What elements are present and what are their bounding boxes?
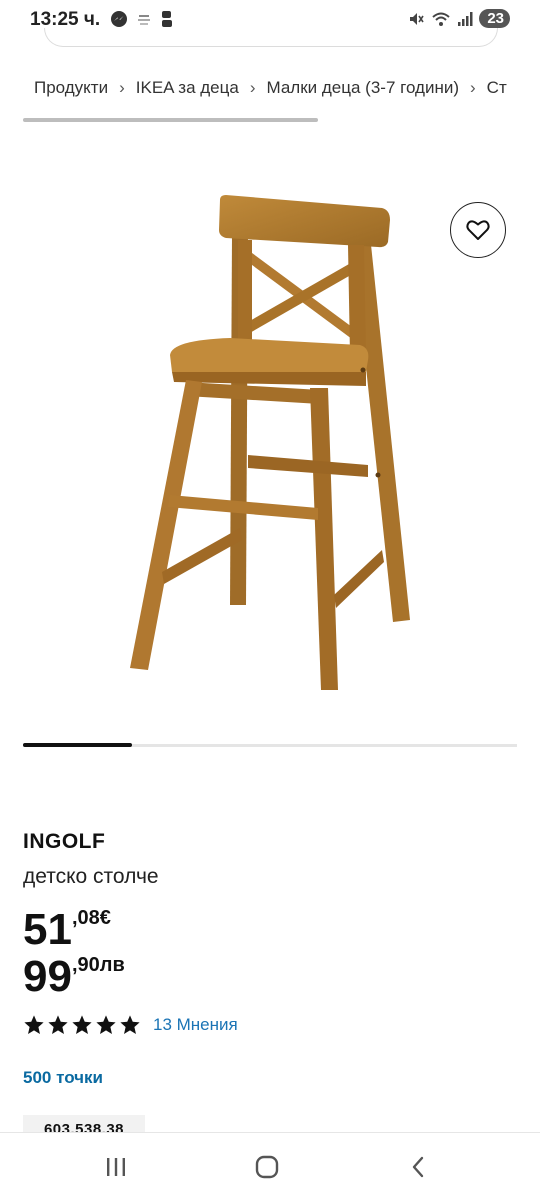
breadcrumb-item-ikea-kids[interactable]: IKEA за деца [136,78,239,97]
breadcrumb-separator: › [249,78,256,97]
star-filled-icon [24,1015,44,1034]
messenger-icon [111,11,127,27]
breadcrumb-scrollbar [23,118,318,122]
app-notification-icon [138,15,150,25]
rating[interactable]: 13 Мнения [23,1014,238,1036]
star-filled-icon [96,1015,116,1034]
recent-apps-icon [107,1158,125,1176]
product-name: INGOLF [23,830,106,853]
back-icon [412,1156,424,1178]
product-description: детско столче [23,865,159,888]
star-filled-icon [48,1015,68,1034]
star-filled-icon [72,1015,92,1034]
rating-stars [23,1014,141,1036]
breadcrumb: Продукти › IKEA за деца › Малки деца (3-7 го… [34,78,540,98]
price-eur-integer: 51 [23,905,72,954]
home-icon [255,1155,279,1179]
breadcrumb-item-small-kids[interactable]: Малки деца (3-7 години) [267,78,460,97]
battery-indicator: 23 [479,9,510,28]
breadcrumb-separator: › [470,78,476,97]
favorite-button[interactable] [450,202,506,258]
breadcrumb-item-chairs[interactable]: Ст [487,78,507,97]
system-nav-bar [0,1132,540,1201]
price-eur-decimal: ,08€ [71,907,111,929]
image-carousel-thumb[interactable] [23,743,132,747]
heart-outline-icon [466,220,490,240]
recent-apps-button[interactable] [96,1151,136,1183]
search-bar[interactable] [44,28,498,47]
reviews-link[interactable]: 13 Мнения [153,1015,238,1035]
breadcrumb-separator: › [119,78,125,97]
system-icons: 23 [407,9,510,28]
signal-icon [458,11,473,26]
breadcrumb-item-products[interactable]: Продукти [34,78,108,97]
price-bgn-integer: 99 [23,952,72,1001]
notification-icons [110,10,174,28]
wifi-icon [432,12,450,26]
product-image[interactable] [120,190,420,700]
price-bgn: 99,90лв [23,955,125,999]
app-b-icon [162,11,172,27]
loyalty-points[interactable]: 500 точки [23,1068,103,1088]
price-bgn-decimal: ,90лв [71,954,125,976]
star-filled-icon [120,1015,140,1034]
home-button[interactable] [247,1151,287,1183]
back-button[interactable] [398,1151,438,1183]
image-carousel-scrollbar[interactable] [23,743,517,747]
price-eur: 51,08€ [23,908,111,952]
mute-icon [410,12,424,25]
